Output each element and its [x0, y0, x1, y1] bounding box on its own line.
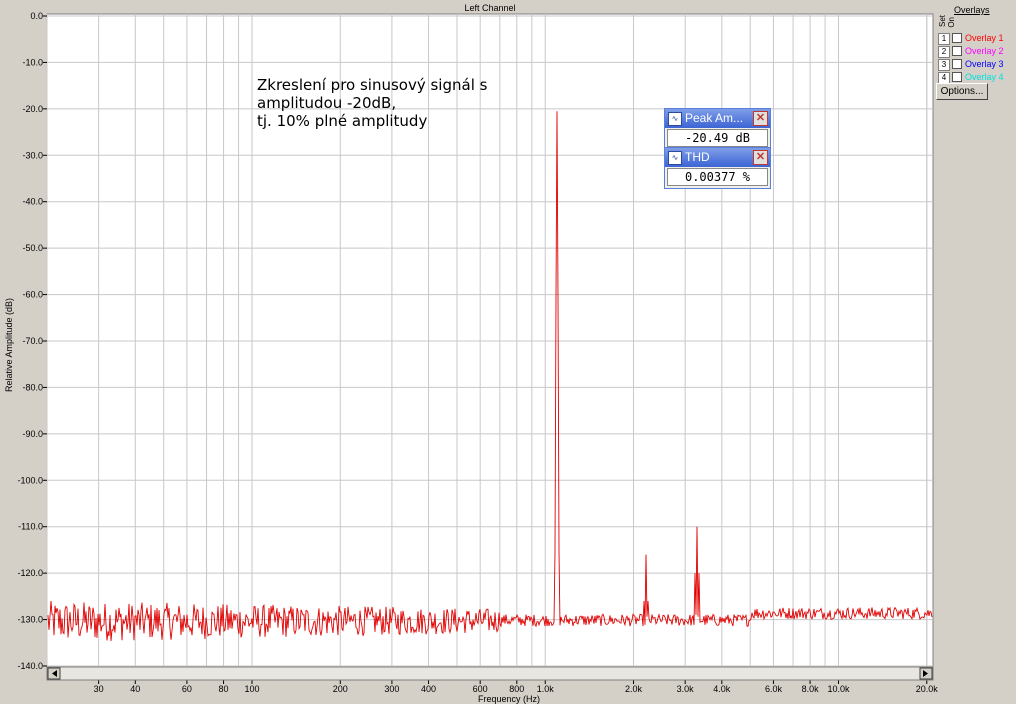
- overlay-checkbox[interactable]: [952, 33, 962, 43]
- y-tick-label: -20.0: [22, 104, 43, 114]
- x-axis-label: Frequency (Hz): [478, 694, 540, 704]
- meter-title: THD: [685, 150, 710, 164]
- overlay-label: Overlay 2: [965, 46, 1004, 56]
- meter-titlebar[interactable]: ∿ Peak Am... ✕: [665, 109, 770, 128]
- x-tick-label: 100: [244, 684, 259, 694]
- y-tick-label: -70.0: [22, 336, 43, 346]
- x-tick-label: 8.0k: [802, 684, 820, 694]
- overlay-checkbox[interactable]: [952, 59, 962, 69]
- close-icon[interactable]: ✕: [753, 150, 768, 165]
- x-tick-label: 400: [421, 684, 436, 694]
- x-tick-label: 1.0k: [537, 684, 555, 694]
- annotation-text: Zkreslení pro sinusový signál s amplitud…: [257, 76, 487, 130]
- x-tick-label: 300: [384, 684, 399, 694]
- overlay-label: Overlay 3: [965, 59, 1004, 69]
- horizontal-scrollbar[interactable]: [46, 666, 934, 681]
- y-tick-label: -90.0: [22, 429, 43, 439]
- x-tick-label: 20.0k: [916, 684, 939, 694]
- x-tick-label: 60: [182, 684, 192, 694]
- overlay-set-button[interactable]: 3: [938, 59, 950, 71]
- spectrum-chart: Left Channel 0.0 -10.0 -20.0 -30.0 -40.0 -50.…: [0, 0, 1016, 704]
- y-axis-label: Relative Amplitude (dB): [4, 298, 14, 392]
- options-button[interactable]: Options...: [936, 83, 988, 100]
- annotation-line: amplitudou -20dB,: [257, 94, 397, 112]
- overlay-label: Overlay 1: [965, 33, 1004, 43]
- overlay-set-button[interactable]: 1: [938, 33, 950, 45]
- y-tick-label: -30.0: [22, 150, 43, 160]
- annotation-line: tj. 10% plné amplitudy: [257, 112, 428, 130]
- x-tick-label: 2.0k: [625, 684, 643, 694]
- overlays-title: Overlays: [954, 5, 990, 15]
- meter-value: -20.49 dB: [667, 129, 768, 147]
- y-tick-labels: 0.0 -10.0 -20.0 -30.0 -40.0 -50.0 -60.0 -70.0 -8…: [17, 11, 47, 671]
- x-tick-label: 800: [509, 684, 524, 694]
- y-tick-label: -100.0: [17, 475, 43, 485]
- peak-amplitude-meter[interactable]: ∿ Peak Am... ✕ -20.49 dB: [664, 108, 771, 150]
- x-tick-label: 4.0k: [713, 684, 731, 694]
- x-tick-label: 200: [333, 684, 348, 694]
- y-tick-label: -60.0: [22, 290, 43, 300]
- y-tick-label: -80.0: [22, 382, 43, 392]
- x-tick-label: 10.0k: [827, 684, 850, 694]
- y-tick-label: -40.0: [22, 197, 43, 207]
- meter-value: 0.00377 %: [667, 168, 768, 186]
- y-tick-label: -110.0: [18, 522, 43, 532]
- set-column-label: Set: [938, 15, 947, 28]
- x-tick-label: 40: [130, 684, 140, 694]
- y-tick-label: 0.0: [30, 11, 43, 21]
- meter-titlebar[interactable]: ∿ THD ✕: [665, 148, 770, 167]
- x-tick-label: 6.0k: [765, 684, 783, 694]
- x-tick-label: 600: [473, 684, 488, 694]
- overlay-checkbox[interactable]: [952, 46, 962, 56]
- overlay-checkbox[interactable]: [952, 72, 962, 82]
- chart-title: Left Channel: [464, 3, 515, 13]
- overlay-set-button[interactable]: 2: [938, 46, 950, 58]
- y-tick-label: -50.0: [22, 243, 43, 253]
- x-tick-label: 30: [94, 684, 104, 694]
- x-tick-label: 3.0k: [677, 684, 695, 694]
- waveform-icon: ∿: [668, 112, 682, 126]
- y-tick-label: -130.0: [17, 615, 43, 625]
- overlay-label: Overlay 4: [965, 72, 1004, 82]
- meter-title: Peak Am...: [685, 111, 744, 125]
- y-tick-label: -10.0: [22, 57, 43, 67]
- close-icon[interactable]: ✕: [753, 111, 768, 126]
- thd-meter[interactable]: ∿ THD ✕ 0.00377 %: [664, 147, 771, 189]
- annotation-line: Zkreslení pro sinusový signál s: [257, 76, 488, 94]
- waveform-icon: ∿: [668, 151, 682, 165]
- x-tick-label: 80: [219, 684, 229, 694]
- y-tick-label: -140.0: [17, 661, 43, 671]
- y-tick-label: -120.0: [17, 568, 43, 578]
- on-column-label: On: [947, 17, 956, 28]
